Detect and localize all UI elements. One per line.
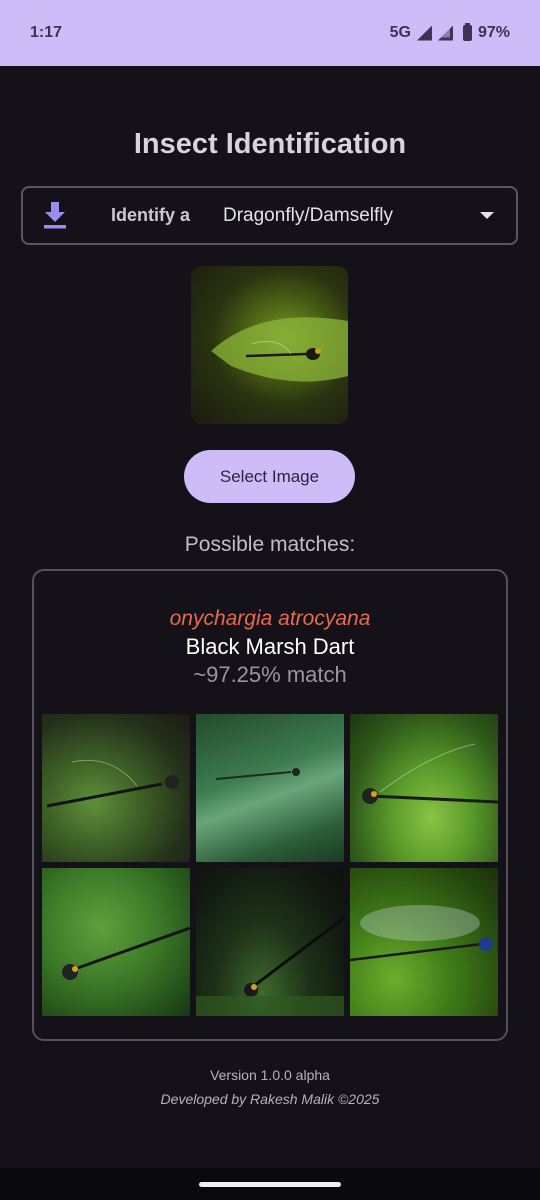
common-name: Black Marsh Dart xyxy=(185,634,355,659)
chevron-down-icon xyxy=(480,212,494,219)
dropdown-selected-value: Dragonfly/Damselfly xyxy=(223,204,393,226)
status-bar: 1:17 5G 97% xyxy=(0,0,540,66)
reference-image-2[interactable] xyxy=(196,714,344,862)
dragonfly-preview-illustration xyxy=(211,317,348,382)
status-time: 1:17 xyxy=(30,24,63,41)
network-type: 5G xyxy=(389,24,411,41)
selected-image-preview xyxy=(191,266,348,424)
match-confidence: ~97.25% match xyxy=(193,662,347,687)
insect-type-dropdown[interactable]: Identify a Dragonfly/Damselfly xyxy=(21,186,518,245)
app-version: Version 1.0.0 alpha xyxy=(210,1067,330,1083)
scientific-name: onychargia atrocyana xyxy=(169,607,371,630)
status-icons: 5G 97% xyxy=(389,23,510,42)
reference-image-1[interactable] xyxy=(42,714,190,862)
dropdown-label: Identify a xyxy=(111,205,191,225)
possible-matches-heading: Possible matches: xyxy=(184,533,356,556)
reference-image-4[interactable] xyxy=(42,868,190,1016)
select-image-button[interactable]: Select Image xyxy=(184,450,355,503)
reference-image-5[interactable] xyxy=(196,868,344,1016)
home-gesture-handle[interactable] xyxy=(199,1182,341,1187)
navigation-bar xyxy=(0,1168,540,1200)
reference-image-6[interactable] xyxy=(350,868,498,1016)
signal-icon xyxy=(417,26,432,41)
developer-credit: Developed by Rakesh Malik ©2025 xyxy=(160,1091,380,1107)
match-result-card: onychargia atrocyana Black Marsh Dart ~9… xyxy=(32,569,508,1041)
signal-secondary-icon xyxy=(438,26,453,41)
page-title: Insect Identification xyxy=(133,128,407,160)
battery-icon xyxy=(462,23,472,41)
battery-level: 97% xyxy=(477,24,510,41)
download-icon xyxy=(44,202,66,229)
reference-image-grid xyxy=(42,714,498,1018)
reference-image-3[interactable] xyxy=(350,714,498,862)
